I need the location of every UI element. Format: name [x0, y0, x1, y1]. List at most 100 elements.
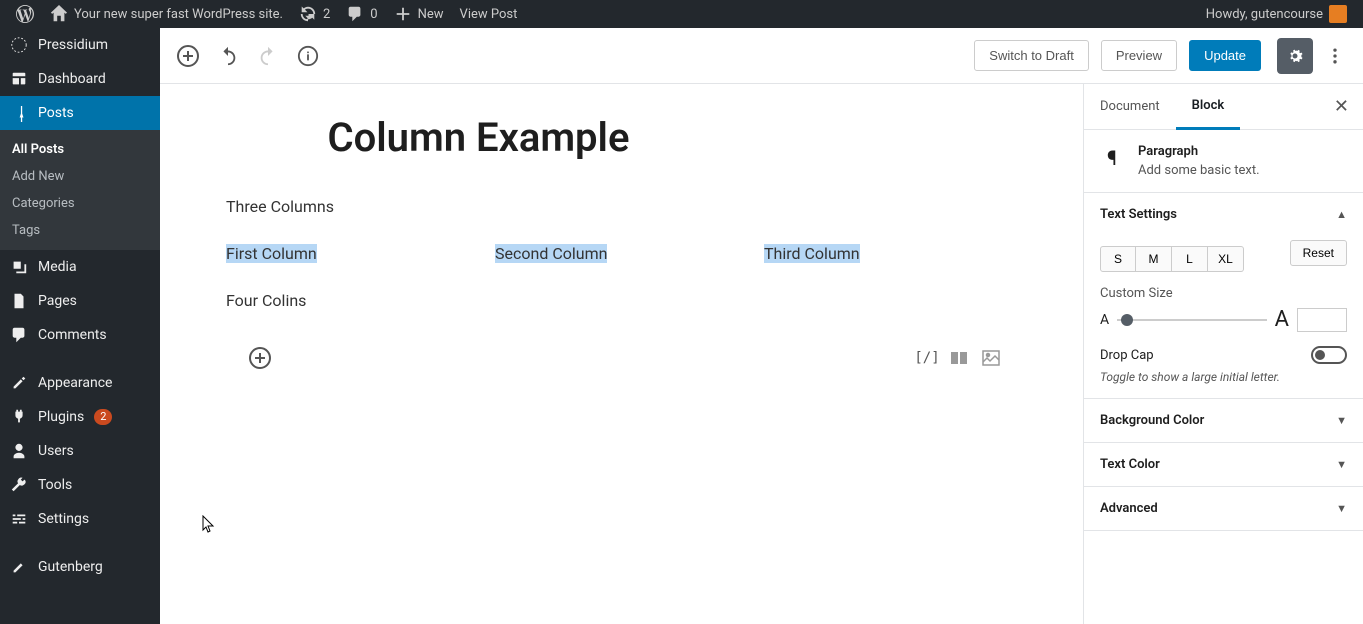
preview-button[interactable]: Preview: [1101, 40, 1177, 71]
submenu-all-posts[interactable]: All Posts: [0, 136, 160, 163]
paragraph-four-colins[interactable]: Four Colins: [226, 291, 1017, 310]
columns-icon: [949, 348, 969, 368]
sidebar-item-pages[interactable]: Pages: [0, 284, 160, 318]
chevron-up-icon: ▲: [1336, 208, 1347, 221]
update-button[interactable]: Update: [1189, 40, 1261, 71]
comments-count: 0: [370, 7, 377, 22]
site-link[interactable]: Your new super fast WordPress site.: [42, 0, 291, 28]
sidebar-item-tools[interactable]: Tools: [0, 468, 160, 502]
settings-button[interactable]: [1277, 38, 1313, 74]
admin-sidebar: Pressidium Dashboard Posts All Posts Add…: [0, 28, 160, 624]
sidebar-item-dashboard[interactable]: Dashboard: [0, 62, 160, 96]
chevron-down-icon: ▼: [1336, 458, 1347, 471]
add-block-button[interactable]: [170, 38, 206, 74]
comments-icon: [10, 326, 28, 344]
comments-link[interactable]: 0: [338, 0, 385, 28]
close-panel-button[interactable]: ✕: [1320, 96, 1363, 117]
site-name: Your new super fast WordPress site.: [74, 7, 283, 22]
submenu-add-new[interactable]: Add New: [0, 163, 160, 190]
plugins-badge: 2: [94, 409, 112, 425]
dashboard-icon: [10, 70, 28, 88]
chevron-down-icon: ▼: [1336, 502, 1347, 515]
column-3[interactable]: Third Column: [764, 244, 1017, 263]
size-m[interactable]: M: [1136, 246, 1172, 272]
block-add-button[interactable]: [248, 346, 272, 370]
gear-icon: [1285, 46, 1305, 66]
plus-circle-icon: [176, 44, 200, 68]
sidebar-item-pressidium[interactable]: Pressidium: [0, 28, 160, 62]
sidebar-item-gutenberg[interactable]: Gutenberg: [0, 550, 160, 584]
admin-bar: Your new super fast WordPress site. 2 0 …: [0, 0, 1363, 28]
wp-logo[interactable]: [8, 0, 42, 28]
text-color-section[interactable]: Text Color ▼: [1084, 443, 1363, 487]
drop-cap-toggle[interactable]: [1311, 346, 1347, 364]
block-appender-toolbar: [/]: [226, 338, 1017, 378]
sidebar-item-media[interactable]: Media: [0, 250, 160, 284]
close-icon: ✕: [1334, 96, 1349, 117]
plus-circle-icon: [248, 346, 272, 370]
media-icon: [10, 258, 28, 276]
more-button[interactable]: [1317, 38, 1353, 74]
refresh-icon: [299, 5, 317, 23]
background-color-section[interactable]: Background Color ▼: [1084, 399, 1363, 443]
new-link[interactable]: New: [386, 0, 452, 28]
size-l[interactable]: L: [1172, 246, 1208, 272]
columns-block-three[interactable]: First Column Second Column Third Column: [226, 244, 1017, 263]
a-big-icon: A: [1275, 307, 1289, 332]
pin-icon: [10, 104, 28, 122]
editor: Switch to Draft Preview Update Column Ex…: [160, 28, 1363, 624]
user-icon: [10, 442, 28, 460]
updates-link[interactable]: 2: [291, 0, 338, 28]
switch-draft-button[interactable]: Switch to Draft: [974, 40, 1089, 71]
tab-document[interactable]: Document: [1084, 85, 1176, 128]
post-title[interactable]: Column Example: [272, 114, 972, 161]
tab-block[interactable]: Block: [1176, 84, 1241, 130]
sidebar-item-plugins[interactable]: Plugins 2: [0, 400, 160, 434]
wordpress-icon: [16, 5, 34, 23]
paragraph-icon: ¶: [1100, 146, 1124, 170]
new-label: New: [418, 7, 444, 22]
howdy-link[interactable]: Howdy, gutencourse: [1198, 0, 1355, 28]
plugin-icon: [10, 408, 28, 426]
sliders-icon: [10, 510, 28, 528]
drop-cap-help: Toggle to show a large initial letter.: [1100, 370, 1347, 384]
image-suggestion[interactable]: [979, 346, 1003, 370]
custom-size-input[interactable]: [1297, 308, 1347, 332]
text-settings-section: Text Settings ▲ S M L XL Reset Custom Si…: [1084, 193, 1363, 399]
column-1[interactable]: First Column: [226, 244, 479, 263]
text-settings-toggle[interactable]: Text Settings ▲: [1100, 207, 1347, 222]
redo-button[interactable]: [250, 38, 286, 74]
font-size-buttons: S M L XL: [1100, 246, 1244, 272]
advanced-section[interactable]: Advanced ▼: [1084, 487, 1363, 531]
brush-icon: [10, 374, 28, 392]
reset-button[interactable]: Reset: [1290, 240, 1347, 266]
image-icon: [981, 348, 1001, 368]
block-description: Add some basic text.: [1138, 163, 1260, 178]
panel-tabs: Document Block ✕: [1084, 84, 1363, 130]
view-post-link[interactable]: View Post: [452, 0, 526, 28]
a-small-icon: A: [1100, 312, 1109, 328]
editor-header: Switch to Draft Preview Update: [160, 28, 1363, 84]
custom-size-slider[interactable]: [1117, 319, 1267, 321]
undo-icon: [217, 45, 239, 67]
sidebar-item-settings[interactable]: Settings: [0, 502, 160, 536]
sidebar-item-appearance[interactable]: Appearance: [0, 366, 160, 400]
submenu-tags[interactable]: Tags: [0, 217, 160, 244]
info-button[interactable]: [290, 38, 326, 74]
size-s[interactable]: S: [1100, 246, 1136, 272]
column-2[interactable]: Second Column: [495, 244, 748, 263]
sidebar-item-comments[interactable]: Comments: [0, 318, 160, 352]
custom-size-label: Custom Size: [1100, 286, 1347, 301]
paragraph-three-columns[interactable]: Three Columns: [226, 197, 1017, 216]
settings-panel: Document Block ✕ ¶ Paragraph Add some ba…: [1083, 84, 1363, 624]
sidebar-item-posts[interactable]: Posts: [0, 96, 160, 130]
undo-button[interactable]: [210, 38, 246, 74]
sidebar-item-users[interactable]: Users: [0, 434, 160, 468]
size-xl[interactable]: XL: [1208, 246, 1244, 272]
editor-canvas[interactable]: Column Example Three Columns First Colum…: [160, 84, 1083, 624]
submenu-categories[interactable]: Categories: [0, 190, 160, 217]
pressidium-icon: [10, 36, 28, 54]
columns-suggestion[interactable]: [947, 346, 971, 370]
avatar: [1329, 5, 1347, 23]
shortcode-suggestion[interactable]: [/]: [915, 346, 939, 370]
